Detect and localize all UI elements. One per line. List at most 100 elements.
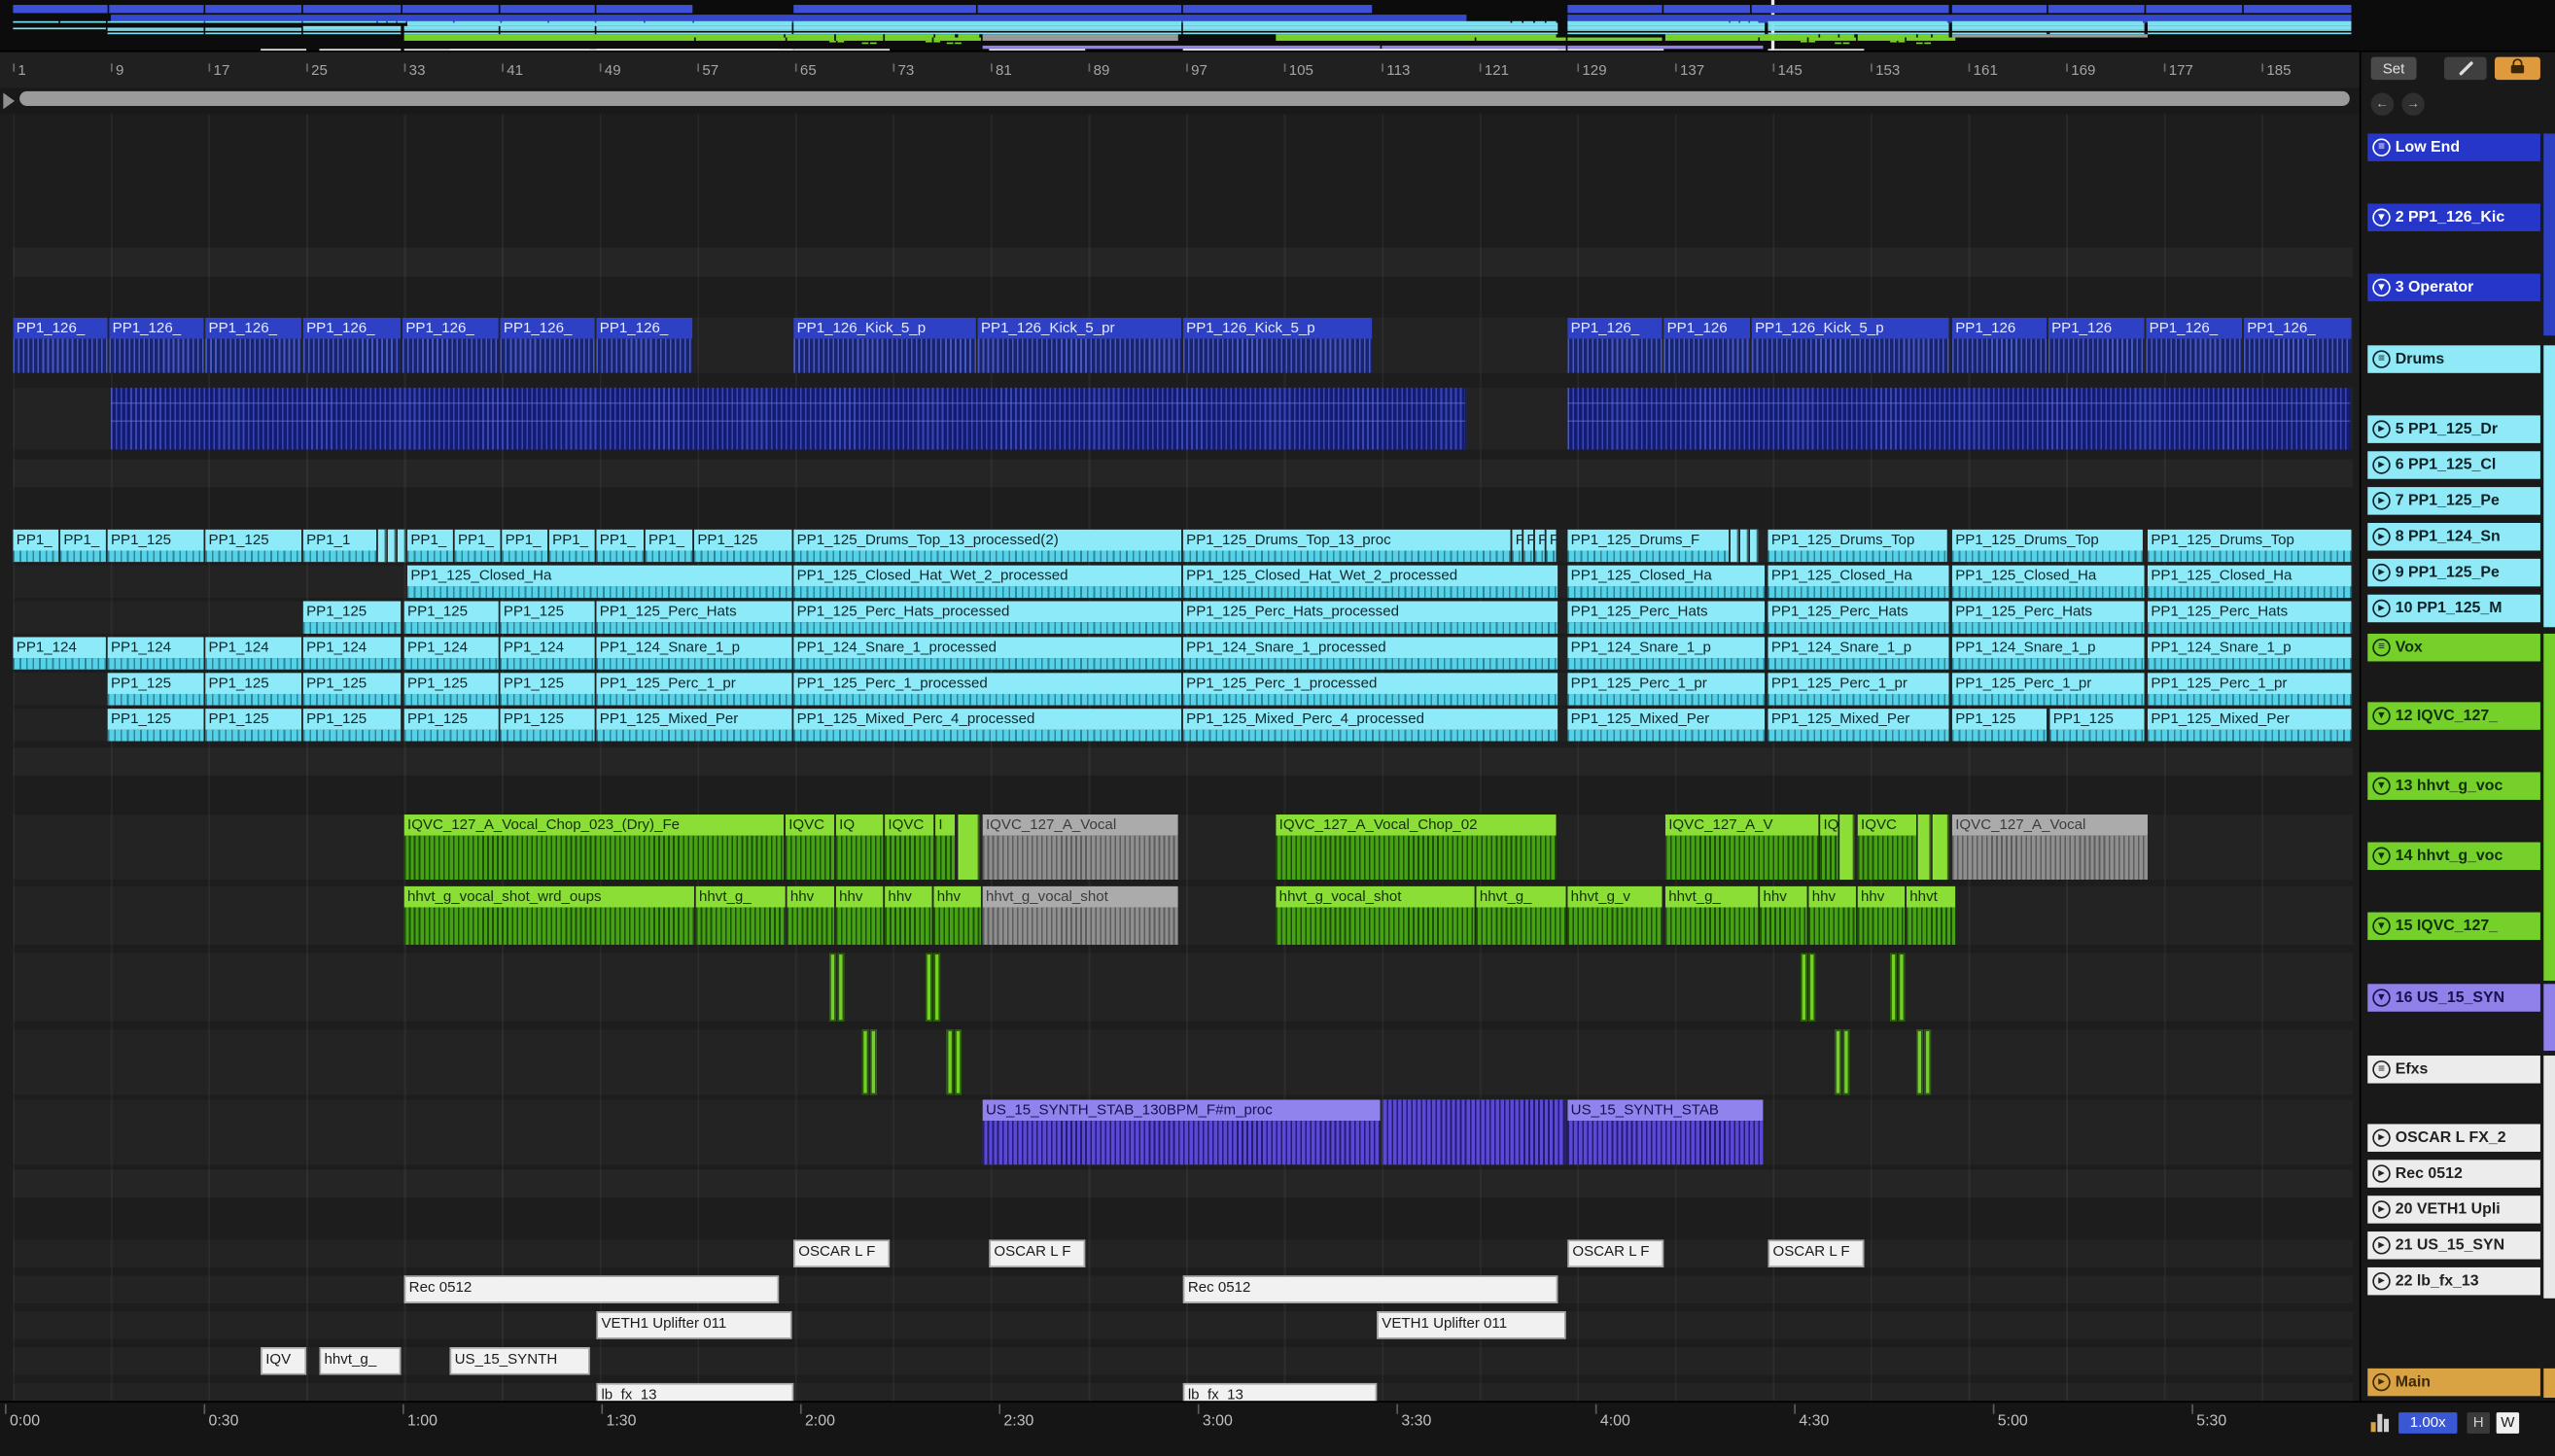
clip-pp1-125-perc-hats[interactable]: PP1_125_Perc_Hats_processed [1182,601,1558,634]
fold-right-icon[interactable]: ▸ [2372,599,2391,618]
clip-pp1-125-closed-hat[interactable]: PP1_125_Closed_Ha [407,565,792,599]
clip-pp1-125-closed-hat[interactable]: PP1_125_Closed_Hat_Wet_2_processed [793,565,1182,599]
clip-pp1-125-drums-top[interactable]: PP1_1 [302,529,377,563]
clip-pp1-124-snare[interactable]: PP1_124_Snare_1_p [1567,637,1766,670]
fold-down-icon[interactable]: ▾ [2372,278,2391,297]
clip-pp1-125-drums-top[interactable]: PP1_ [13,529,59,563]
clip-pp1-125-perc-1[interactable]: PP1_125 [107,673,204,706]
clip-pp1-126-kick[interactable]: PP1_126_ [2146,317,2243,373]
fold-right-icon[interactable]: ▸ [2372,1372,2391,1392]
clip-iqvc-127-vocal[interactable]: IQVC_127_A_Vocal_Chop_02 [1276,815,1557,881]
fold-down-icon[interactable]: ▾ [2372,707,2391,725]
clip-us-15-synth-fx[interactable]: hhvt_g_ [319,1347,402,1375]
clip-hhvt-vocal-shot[interactable]: hhvt_g_vocal_shot [982,885,1178,946]
clip-us-15-synth-fx[interactable]: IQV [261,1347,307,1375]
clip-hhvt-vocal-shot[interactable]: hhvt [1906,885,1956,946]
track-header-3-operator[interactable]: ▾ 3 Operator [2367,273,2540,302]
clip-oscar-l-fx[interactable]: OSCAR L F [1567,1239,1664,1267]
clip-iqvc-127-vocal[interactable]: IQ [1820,815,1838,881]
clip-iqvc-127-vocal[interactable] [1917,815,1932,881]
group-unfold-icon[interactable]: ≡ [2372,638,2391,657]
clip-pp1-124-snare[interactable]: PP1_124 [107,637,204,670]
clip-pp1-126-kick[interactable]: PP1_126_Kick_5_p [793,317,976,373]
arrangement-overview[interactable] [0,0,2555,52]
clip-pp1-125-drums-top[interactable]: PP1_125 [693,529,792,563]
clip-iqvc-127-vocal[interactable]: IQVC [1857,815,1916,881]
track-header-10-pp1-125-m[interactable]: ▸ 10 PP1_125_M [2367,594,2540,623]
clip-pp1-125-perc-hats[interactable]: PP1_125_Perc_Hats [1768,601,1949,634]
clip-pp1-125-perc-1[interactable]: PP1_125_Perc_1_pr [1768,673,1949,706]
clip-pp1-126-kick[interactable]: PP1_126 [2048,317,2145,373]
clip-pp1-126-kick[interactable]: PP1_126_Kick_5_p [1751,317,1949,373]
clip-iqvc-127-vocal[interactable]: IQ [835,815,884,881]
fold-down-icon[interactable]: ▾ [2372,917,2391,936]
clip-hhvt-vocal-shot[interactable]: hhv [1760,885,1807,946]
clip-pp1-124-snare[interactable]: PP1_124_Snare_1_processed [793,637,1182,670]
clip-iqvc-slivers-15[interactable] [861,1029,869,1095]
clip-pp1-125-mixed-perc[interactable]: PP1_125 [500,709,595,742]
clip-pp1-125-perc-1[interactable]: PP1_125_Perc_1_pr [596,673,792,706]
clip-pp1-125-drums-top[interactable]: PP1_125_Drums_Top [2147,529,2352,563]
clip-iqvc-127-vocal[interactable]: IQVC_127_A_Vocal [982,815,1178,881]
clip-pp1-126-kick[interactable]: PP1_126_Kick_5_pr [977,317,1182,373]
clip-pp1-126-kick[interactable]: PP1_126_Kick_5_p [1182,317,1373,373]
clip-pp1-125-perc-hats[interactable]: PP1_125_Perc_Hats [2147,601,2352,634]
clip-pp1-125-drums-top[interactable]: F [1546,529,1557,563]
beat-time-ruler[interactable]: 1 9 17 25 33 41 49 57 65 73 81 89 97 105 113 121 129 137 1… [0,52,2360,90]
track-header-16-us-15-syn[interactable]: ▾ 16 US_15_SYN [2367,984,2540,1012]
track-header-9-pp1-125-pe[interactable]: ▸ 9 PP1_125_Pe [2367,558,2540,587]
clip-pp1-124-snare[interactable]: PP1_124 [205,637,302,670]
clip-pp1-125-mixed-perc[interactable]: PP1_125 [403,709,499,742]
clip-pp1-125-mixed-perc[interactable]: PP1_125_Mixed_Perc_4_processed [793,709,1182,742]
track-header-21-us-15-syn[interactable]: ▸ 21 US_15_SYN [2367,1231,2540,1260]
clip-oscar-l-fx[interactable]: OSCAR L F [793,1239,891,1267]
clip-pp1-124-snare[interactable]: PP1_124 [500,637,595,670]
clip-pp1-125-perc-hats[interactable]: PP1_125 [403,601,499,634]
fold-right-icon[interactable]: ▸ [2372,492,2391,510]
clip-hhvt-vocal-shot[interactable]: hhvt_g_vocal_shot [1276,885,1475,946]
clip-pp1-126-kick[interactable]: PP1_126_ [1567,317,1662,373]
clip-pp1-125-drums-top[interactable]: PP1_ [645,529,693,563]
clip-pp1-125-drums-top[interactable]: PP1_125_Drums_Top_13_processed(2) [793,529,1182,563]
clip-pp1-125-closed-hat[interactable]: PP1_125_Closed_Hat_Wet_2_processed [1182,565,1558,599]
clip-pp1-125-drums-top[interactable]: PP1_125_Drums_Top_13_proc [1182,529,1511,563]
clip-operator[interactable] [1567,387,2352,450]
clip-rec-0512[interactable]: Rec 0512 [1182,1275,1558,1303]
clip-pp1-125-drums-top[interactable]: PP1_ [548,529,595,563]
clip-iqvc-slivers-15[interactable] [946,1029,954,1095]
fold-right-icon[interactable]: ▸ [2372,1236,2391,1255]
track-header-6-pp1-125-cl[interactable]: ▸ 6 PP1_125_Cl [2367,451,2540,479]
clip-hhvt-slivers-14[interactable] [837,953,845,1022]
clip-veth1-uplifter[interactable]: VETH1 Uplifter 011 [596,1311,792,1339]
time-ruler[interactable]: 1.00x H W 0:00 0:30 1:00 1:30 2:00 2:30 3:00 3:… [0,1401,2555,1456]
clip-hhvt-slivers-14[interactable] [829,953,836,1022]
track-header-20-veth1-upli[interactable]: ▸ 20 VETH1 Upli [2367,1196,2540,1224]
clip-pp1-124-snare[interactable]: PP1_124 [302,637,402,670]
clip-oscar-l-fx[interactable]: OSCAR L F [989,1239,1086,1267]
clip-pp1-125-perc-1[interactable]: PP1_125_Perc_1_pr [2147,673,2352,706]
clip-iqvc-127-vocal[interactable]: IQVC [885,815,934,881]
clip-pp1-124-snare[interactable]: PP1_124_Snare_1_p [596,637,792,670]
clip-pp1-125-perc-hats[interactable]: PP1_125_Perc_Hats [596,601,792,634]
clip-iqvc-127-vocal[interactable]: I [935,815,956,881]
clip-pp1-124-snare[interactable]: PP1_124_Snare_1_p [1768,637,1949,670]
clip-pp1-125-drums-top[interactable] [377,529,387,563]
clip-pp1-125-perc-hats[interactable]: PP1_125_Perc_Hats [1951,601,2145,634]
clip-pp1-125-drums-top[interactable] [1750,529,1759,563]
clip-hhvt-vocal-shot[interactable]: hhv [885,885,932,946]
clip-iqvc-127-vocal[interactable]: IQVC [785,815,835,881]
fold-down-icon[interactable]: ▾ [2372,847,2391,865]
track-header-8-pp1-124-sn[interactable]: ▸ 8 PP1_124_Sn [2367,523,2540,551]
clip-iqvc-slivers-15[interactable] [955,1029,962,1095]
clip-pp1-124-snare[interactable]: PP1_124 [403,637,499,670]
fold-right-icon[interactable]: ▸ [2372,1128,2391,1147]
clip-pp1-125-perc-1[interactable]: PP1_125_Perc_1_processed [1182,673,1558,706]
clip-lb-fx-13[interactable]: lb_fx_13 [1182,1382,1378,1402]
clip-rec-0512[interactable]: Rec 0512 [403,1275,780,1303]
clip-pp1-125-drums-top[interactable]: F [1523,529,1534,563]
clip-pp1-124-snare[interactable]: PP1_124_Snare_1_p [1951,637,2145,670]
clip-pp1-125-drums-top[interactable]: PP1_ [454,529,501,563]
playback-speed-button[interactable]: 1.00x [2398,1412,2458,1434]
fold-down-icon[interactable]: ▾ [2372,208,2391,226]
track-header-oscar-l-fx-2[interactable]: ▸ OSCAR L FX_2 [2367,1124,2540,1152]
